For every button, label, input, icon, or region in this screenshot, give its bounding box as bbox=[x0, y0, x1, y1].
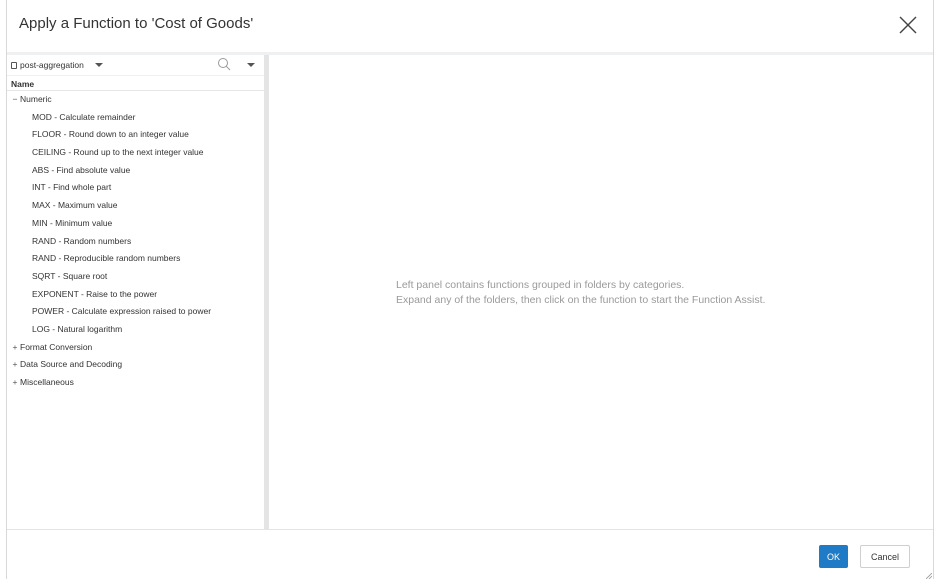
tree-function-item[interactable]: MAX - Maximum value bbox=[7, 197, 264, 215]
collapse-icon[interactable]: − bbox=[11, 91, 19, 109]
options-menu-caret-icon[interactable] bbox=[247, 63, 255, 67]
function-tree-panel: post-aggregation Name − Numeric MOD - Calc… bbox=[7, 55, 264, 529]
source-select-value: post-aggregation bbox=[20, 60, 84, 70]
expand-icon[interactable]: + bbox=[11, 374, 19, 392]
tree-function-item[interactable]: EXPONENT - Raise to the power bbox=[7, 286, 264, 304]
dialog-header: Apply a Function to 'Cost of Goods' bbox=[7, 0, 933, 55]
tree-folder[interactable]: + Format Conversion bbox=[7, 339, 264, 357]
close-icon[interactable] bbox=[897, 14, 919, 36]
source-select[interactable]: post-aggregation bbox=[11, 60, 103, 70]
apply-function-dialog: Apply a Function to 'Cost of Goods' post… bbox=[6, 0, 934, 579]
search-icon[interactable] bbox=[217, 57, 231, 71]
tree-function-item[interactable]: RAND - Reproducible random numbers bbox=[7, 250, 264, 268]
instructions-line-2: Expand any of the folders, then click on… bbox=[396, 294, 766, 306]
tree-folder-label: Format Conversion bbox=[20, 341, 93, 352]
instructions-text: Left panel contains functions grouped in… bbox=[396, 278, 765, 308]
tree-function-item[interactable]: SQRT - Square root bbox=[7, 268, 264, 286]
tree-folder-label: Miscellaneous bbox=[20, 377, 74, 387]
tree-function-item[interactable]: RAND - Random numbers bbox=[7, 233, 264, 251]
tree-folder-label: Data Source and Decoding bbox=[20, 359, 123, 370]
column-header-name: Name bbox=[7, 75, 264, 91]
tree-folder-label: Numeric bbox=[20, 94, 52, 104]
resize-grip-icon[interactable] bbox=[926, 573, 932, 579]
tree-function-item[interactable]: FLOOR - Round down to an integer value bbox=[7, 126, 264, 144]
tree-function-item[interactable]: INT - Find whole part bbox=[7, 179, 264, 197]
ok-button[interactable]: OK bbox=[819, 545, 848, 568]
tree-function-item[interactable]: ABS - Find absolute value bbox=[7, 162, 264, 180]
tree-function-item[interactable]: MIN - Minimum value bbox=[7, 215, 264, 233]
cancel-button[interactable]: Cancel bbox=[860, 545, 910, 568]
chevron-down-icon bbox=[94, 63, 103, 67]
tree-toolbar: post-aggregation bbox=[7, 55, 264, 75]
expand-icon[interactable]: + bbox=[11, 356, 19, 374]
instructions-line-1: Left panel contains functions grouped in… bbox=[396, 279, 685, 291]
function-assist-panel: Left panel contains functions grouped in… bbox=[269, 55, 933, 529]
tree-function-item[interactable]: MOD - Calculate remainder bbox=[7, 109, 264, 127]
tree-function-item[interactable]: CEILING - Round up to the next integer v… bbox=[7, 144, 264, 162]
tree-folder[interactable]: − Numeric bbox=[7, 91, 264, 109]
function-tree: − Numeric MOD - Calculate remainder FLOOR -… bbox=[7, 91, 264, 392]
tree-function-item[interactable]: POWER - Calculate expression raised to p… bbox=[7, 303, 264, 321]
dialog-footer: OK Cancel bbox=[7, 529, 933, 580]
expand-icon[interactable]: + bbox=[11, 339, 19, 357]
datasource-icon bbox=[11, 61, 17, 69]
dialog-title: Apply a Function to 'Cost of Goods' bbox=[19, 15, 254, 32]
tree-folder[interactable]: + Miscellaneous bbox=[7, 374, 264, 392]
tree-function-item[interactable]: LOG - Natural logarithm bbox=[7, 321, 264, 339]
tree-folder[interactable]: + Data Source and Decoding bbox=[7, 356, 264, 374]
